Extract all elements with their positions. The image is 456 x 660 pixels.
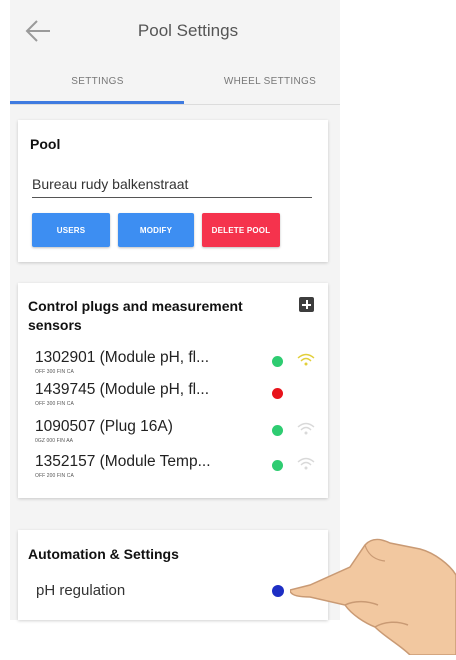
delete-pool-button[interactable]: DELETE POOL: [202, 213, 280, 247]
sensor-sublabel: OFF 200 FIN CA: [35, 473, 74, 479]
modify-button[interactable]: MODIFY: [118, 213, 194, 247]
status-dot: [272, 425, 283, 436]
tab-bar: SETTINGS WHEEL SETTINGS: [10, 62, 340, 104]
sensors-card-title: Control plugs and measurement sensors: [28, 298, 243, 333]
ph-regulation-toggle[interactable]: [272, 585, 284, 597]
tab-settings[interactable]: SETTINGS: [10, 76, 185, 87]
pointing-hand-icon: [290, 538, 456, 655]
sensor-row[interactable]: 1302901 (Module pH, fl... OFF 300 FIN CA: [35, 349, 325, 383]
wifi-signal-icon: [297, 457, 315, 470]
users-button[interactable]: USERS: [32, 213, 110, 247]
sensor-row[interactable]: 1090507 (Plug 16A) 0GZ 000 FIN AA: [35, 418, 325, 452]
sensor-label: 1439745 (Module pH, fl...: [35, 381, 210, 398]
automation-card: Automation & Settings pH regulation: [18, 530, 328, 620]
pool-card-title: Pool: [30, 136, 61, 152]
sensor-label: 1302901 (Module pH, fl...: [35, 349, 210, 366]
status-dot: [272, 460, 283, 471]
pool-name-field[interactable]: Bureau rudy balkenstraat: [32, 176, 312, 198]
page-title: Pool Settings: [137, 21, 239, 40]
sensors-card: Control plugs and measurement sensors 13…: [18, 283, 328, 498]
ph-regulation-label: pH regulation: [36, 582, 126, 599]
tab-wheel-settings[interactable]: WHEEL SETTINGS: [200, 76, 340, 87]
sensor-label: 1352157 (Module Temp...: [35, 453, 211, 470]
tab-divider: [10, 104, 340, 105]
status-dot: [272, 356, 283, 367]
app-bar: Pool Settings: [10, 0, 340, 62]
wifi-signal-icon: [297, 422, 315, 435]
status-dot: [272, 388, 283, 399]
sensor-sublabel: OFF 300 FIN CA: [35, 401, 74, 407]
automation-card-title: Automation & Settings: [28, 546, 179, 562]
sensor-row[interactable]: 1439745 (Module pH, fl... OFF 300 FIN CA: [35, 381, 325, 415]
pool-card: Pool Bureau rudy balkenstraat USERS MODI…: [18, 120, 328, 262]
plus-square-icon[interactable]: [299, 297, 314, 312]
wifi-signal-icon: [297, 353, 315, 366]
sensor-label: 1090507 (Plug 16A): [35, 418, 173, 435]
active-tab-indicator: [10, 101, 184, 104]
sensor-row[interactable]: 1352157 (Module Temp... OFF 200 FIN CA: [35, 453, 325, 487]
sensor-sublabel: 0GZ 000 FIN AA: [35, 438, 74, 444]
sensor-sublabel: OFF 300 FIN CA: [35, 369, 74, 375]
